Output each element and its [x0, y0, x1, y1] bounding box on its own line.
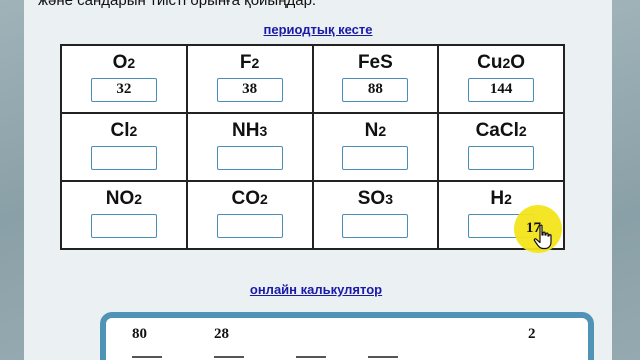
background-left — [0, 0, 24, 360]
formula-label: FeS — [357, 52, 393, 73]
formula-label: SO3 — [357, 188, 393, 209]
table-cell: F2 38 — [185, 44, 314, 114]
table-cell: CO2 — [185, 180, 314, 250]
formula-label: O2 — [112, 52, 136, 73]
table-cell: CaCl2 — [437, 112, 565, 182]
calculator-value: 28 — [214, 326, 229, 342]
molar-mass-table: O2 32 F2 38 FeS 88 Cu2O 144 Cl2 NH3 N2 C… — [60, 44, 565, 250]
table-row: Cl2 NH3 N2 CaCl2 — [60, 112, 565, 182]
answer-field[interactable] — [468, 146, 535, 170]
formula-label: N2 — [364, 120, 387, 141]
answer-field[interactable] — [90, 146, 157, 170]
formula-label: F2 — [239, 52, 260, 73]
table-row: O2 32 F2 38 FeS 88 Cu2O 144 — [60, 44, 565, 114]
table-cell: O2 32 — [60, 44, 188, 114]
table-cell: Cu2O 144 — [437, 44, 565, 114]
calculator-value: 2 — [528, 326, 536, 342]
calculator-cutoff-row — [296, 356, 326, 360]
formula-label: Cu2O — [477, 52, 526, 73]
calculator-value: 80 — [132, 326, 147, 342]
calculator-cutoff-row — [368, 356, 398, 360]
table-cell: Cl2 — [60, 112, 188, 182]
formula-label: NO2 — [105, 188, 143, 209]
answer-field[interactable]: 38 — [216, 78, 283, 102]
answer-field[interactable]: 88 — [342, 78, 409, 102]
formula-label: CO2 — [231, 188, 268, 209]
exercise-panel: және сандарын тиісті орынға қойыңдар. пе… — [24, 0, 612, 360]
answer-field[interactable] — [342, 214, 409, 238]
table-row: NO2 CO2 SO3 H2 — [60, 180, 565, 250]
answer-field[interactable] — [90, 214, 157, 238]
table-cell: FeS 88 — [311, 44, 440, 114]
formula-label: NH3 — [232, 120, 268, 141]
background-right — [612, 0, 640, 360]
table-cell: NH3 — [185, 112, 314, 182]
hand-pointer-icon — [533, 224, 552, 250]
calculator-box: 80 28 2 — [100, 312, 594, 360]
calculator-cutoff-row — [214, 356, 244, 360]
calculator-cutoff-row — [132, 356, 162, 360]
answer-field[interactable] — [342, 146, 409, 170]
formula-label: CaCl2 — [475, 120, 527, 141]
answer-field[interactable] — [216, 146, 283, 170]
answer-field[interactable]: 144 — [468, 78, 535, 102]
table-cell: SO3 — [311, 180, 440, 250]
answer-field[interactable] — [216, 214, 283, 238]
periodic-table-link[interactable]: периодтық кесте — [24, 22, 612, 37]
table-cell: N2 — [311, 112, 440, 182]
answer-field[interactable]: 32 — [90, 78, 157, 102]
instruction-text: және сандарын тиісті орынға қойыңдар. — [38, 0, 317, 9]
online-calculator-link[interactable]: онлайн калькулятор — [24, 282, 608, 297]
formula-label: Cl2 — [110, 120, 138, 141]
table-cell: NO2 — [60, 180, 188, 250]
